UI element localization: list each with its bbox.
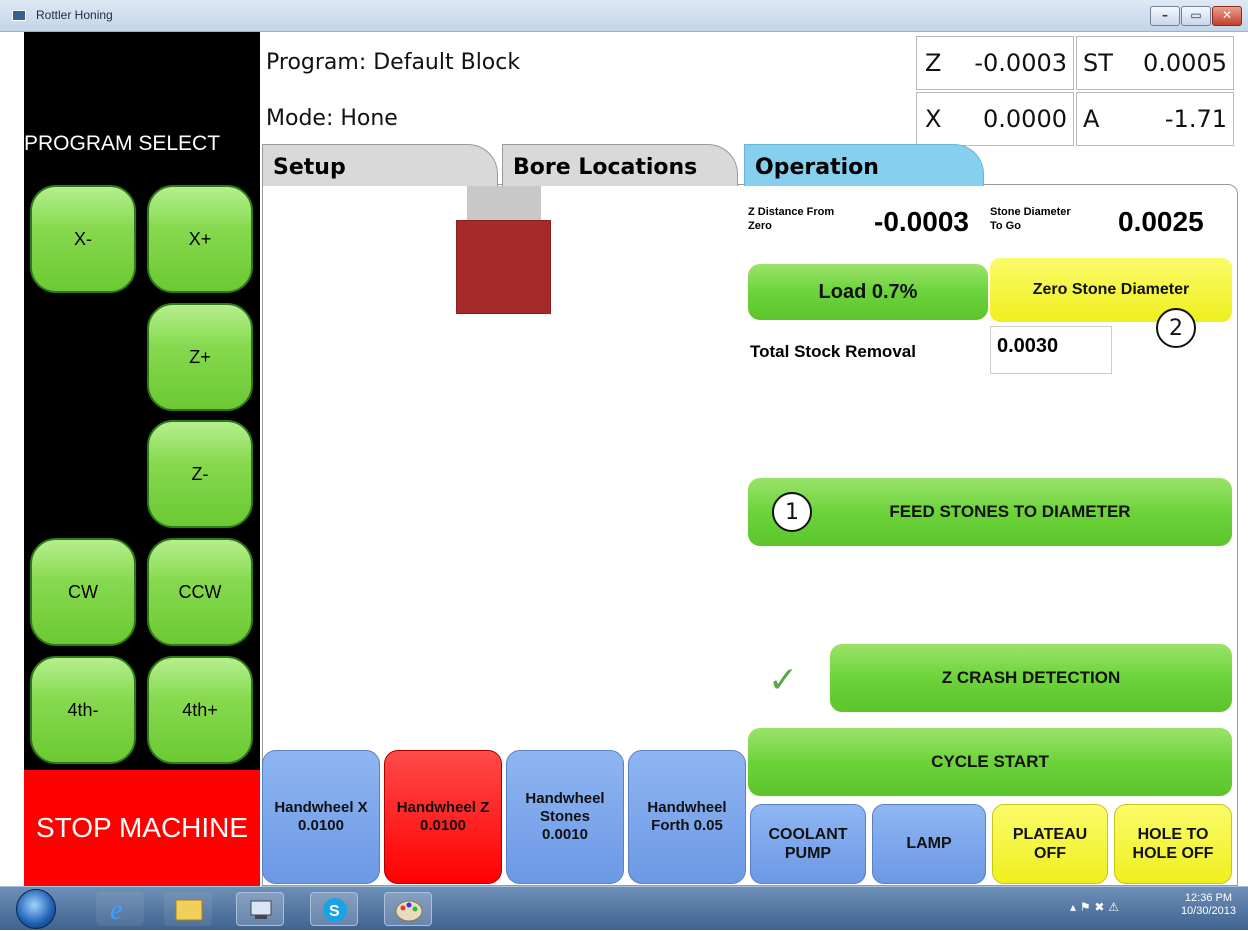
cycle-start-button[interactable]: CYCLE START [748, 728, 1232, 796]
program-select-label[interactable]: PROGRAM SELECT [24, 132, 260, 160]
stone-diameter-value: 0.0025 [1118, 206, 1204, 237]
x-plus-button[interactable]: X+ [147, 185, 253, 293]
st-axis-label: ST [1083, 49, 1113, 77]
spindle-tool [456, 220, 551, 314]
internet-explorer-icon[interactable]: e [96, 892, 144, 926]
stone-diameter-label: Stone Diameter To Go [990, 206, 1071, 233]
paint-icon[interactable] [384, 892, 432, 926]
check-icon: ✓ [768, 660, 799, 701]
fourth-minus-button[interactable]: 4th- [30, 656, 136, 764]
marker-2: 2 [1156, 308, 1196, 348]
z-distance-label: Z Distance From Zero [748, 206, 835, 233]
skype-icon[interactable]: S [310, 892, 358, 926]
spindle-head [467, 186, 541, 220]
file-explorer-icon[interactable] [164, 892, 212, 926]
z-axis-readout: Z -0.0003 [916, 36, 1074, 90]
x-axis-label: X [925, 105, 942, 133]
title-bar: Rottler Honing – ▭ ✕ [0, 0, 1248, 32]
mode-label: Mode: Hone [266, 106, 398, 131]
maximize-button[interactable]: ▭ [1181, 6, 1211, 26]
close-button[interactable]: ✕ [1212, 6, 1242, 26]
z-plus-button[interactable]: Z+ [147, 303, 253, 411]
clock-date: 10/30/2013 [1180, 905, 1236, 918]
tab-bore-locations[interactable]: Bore Locations [502, 144, 738, 186]
handwheel-forth-button[interactable]: Handwheel Forth 0.05 [628, 750, 746, 884]
plateau-off-button[interactable]: PLATEAU OFF [992, 804, 1108, 884]
stop-machine-button[interactable]: STOP MACHINE [24, 770, 260, 886]
z-minus-button[interactable]: Z- [147, 420, 253, 528]
a-axis-readout: A -1.71 [1076, 92, 1234, 146]
total-stock-removal-label: Total Stock Removal [750, 342, 916, 361]
lamp-button[interactable]: LAMP [872, 804, 986, 884]
a-axis-value: -1.71 [1164, 105, 1227, 133]
coolant-pump-button[interactable]: COOLANT PUMP [750, 804, 866, 884]
ccw-button[interactable]: CCW [147, 538, 253, 646]
x-axis-value: 0.0000 [983, 105, 1067, 133]
app-icon [12, 10, 26, 21]
tab-operation[interactable]: Operation [744, 144, 984, 186]
svg-text:S: S [329, 903, 340, 920]
cw-button[interactable]: CW [30, 538, 136, 646]
handwheel-x-button[interactable]: Handwheel X 0.0100 [262, 750, 380, 884]
st-axis-value: 0.0005 [1143, 49, 1227, 77]
st-axis-readout: ST 0.0005 [1076, 36, 1234, 90]
handwheel-z-button[interactable]: Handwheel Z 0.0100 [384, 750, 502, 884]
z-axis-label: Z [925, 49, 942, 77]
total-stock-removal-input[interactable]: 0.0030 [990, 326, 1112, 374]
x-axis-readout: X 0.0000 [916, 92, 1074, 146]
z-crash-detection-button[interactable]: Z CRASH DETECTION [830, 644, 1232, 712]
start-button[interactable] [16, 889, 56, 929]
svg-text:e: e [110, 895, 122, 926]
feed-stones-to-diameter-button[interactable]: FEED STONES TO DIAMETER [748, 478, 1232, 546]
clock-time: 12:36 PM [1184, 892, 1233, 904]
z-axis-value: -0.0003 [974, 49, 1067, 77]
handwheel-stones-button[interactable]: Handwheel Stones 0.0010 [506, 750, 624, 884]
program-name: Program: Default Block [266, 50, 521, 75]
tray-icons[interactable]: ▴ ⚑ ✖ ⚠ [1070, 900, 1119, 914]
marker-1: 1 [772, 492, 812, 532]
clock[interactable]: 12:36 PM 10/30/2013 [1181, 892, 1236, 918]
zero-stone-diameter-button[interactable]: Zero Stone Diameter [990, 258, 1232, 322]
fourth-plus-button[interactable]: 4th+ [147, 656, 253, 764]
x-minus-button[interactable]: X- [30, 185, 136, 293]
load-button[interactable]: Load 0.7% [748, 264, 988, 320]
tab-setup[interactable]: Setup [262, 144, 498, 186]
hole-to-hole-off-button[interactable]: HOLE TO HOLE OFF [1114, 804, 1232, 884]
z-distance-value: -0.0003 [874, 206, 969, 237]
remote-desktop-icon[interactable] [236, 892, 284, 926]
minimize-button[interactable]: – [1150, 6, 1180, 26]
a-axis-label: A [1083, 105, 1100, 133]
window-title: Rottler Honing [36, 8, 113, 22]
